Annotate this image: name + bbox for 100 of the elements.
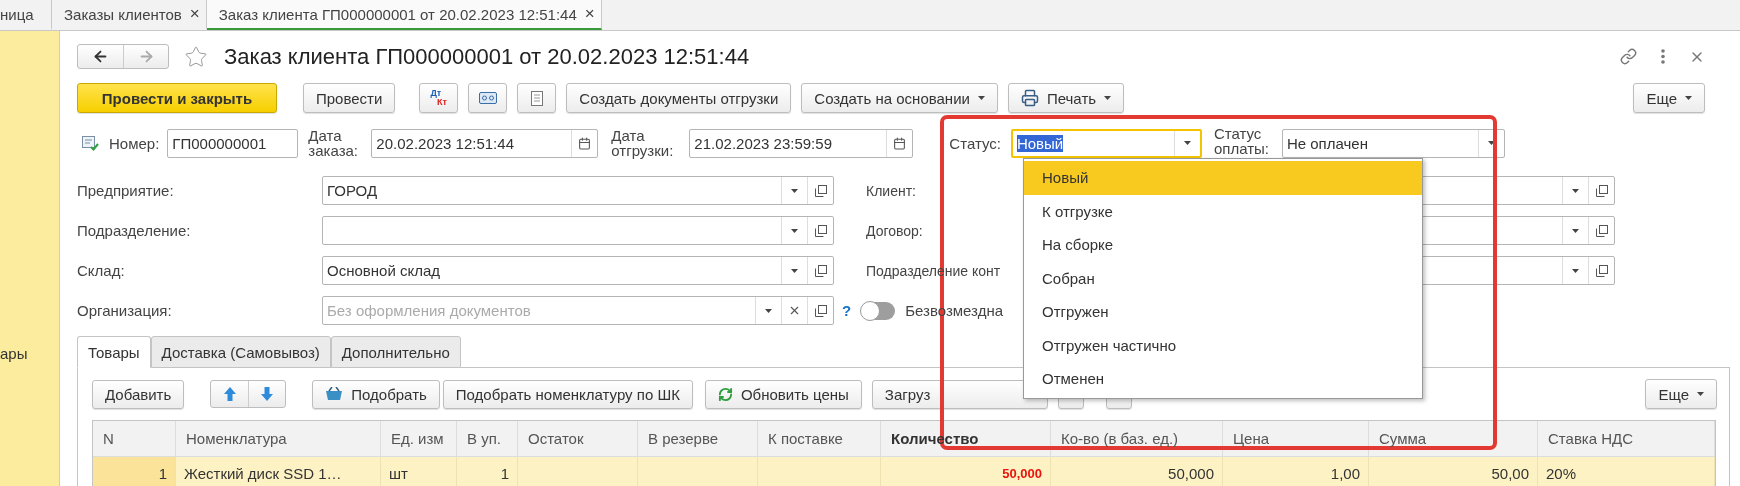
create-based-on-button[interactable]: Создать на основании [801, 83, 998, 113]
dropdown-caret-icon [791, 268, 798, 273]
close-tab-button[interactable]: × [189, 4, 200, 24]
document-title: Заказ клиента ГП000000001 от 20.02.2023 12:51:44 [224, 43, 750, 70]
open-icon [814, 224, 827, 237]
dropdown-option[interactable]: На сборке [1024, 228, 1422, 262]
table-toolbar-button[interactable]: Подобрать номенклатуру по ШК [442, 379, 693, 409]
table-cell: 1 [93, 457, 176, 486]
select-field[interactable]: ГОРОД [322, 176, 834, 205]
window-tab[interactable]: ница [0, 0, 52, 30]
sidebar-item[interactable]: ары [0, 345, 28, 362]
select-field[interactable] [322, 216, 834, 245]
column-header[interactable]: В уп. [457, 421, 518, 457]
select-field[interactable]: Новый [1010, 128, 1202, 158]
field-label: Договор: [866, 222, 924, 239]
list-icon [530, 90, 543, 106]
help-link[interactable]: ? [842, 302, 852, 319]
column-header[interactable]: Сумма [1369, 421, 1538, 457]
more-menu-button[interactable]: Еще [1645, 379, 1717, 409]
window-tab[interactable]: Заказы клиентов × [52, 0, 207, 30]
dt-kt-button[interactable]: Дт Кт [419, 83, 459, 113]
dropdown-caret-icon [1572, 188, 1579, 193]
column-header[interactable]: Номенклатура [176, 421, 381, 457]
field-label: Организация: [77, 302, 173, 319]
dropdown-caret-icon [765, 308, 772, 313]
toggle-switch[interactable] [861, 301, 896, 320]
document-check-icon [82, 135, 99, 151]
more-menu-button[interactable]: Еще [1633, 83, 1705, 113]
open-icon [814, 184, 827, 197]
column-header[interactable]: Остаток [518, 421, 638, 457]
dropdown-option[interactable]: Отгружен [1024, 295, 1422, 329]
link-button[interactable] [1620, 48, 1637, 65]
dropdown-option[interactable]: Собран [1024, 261, 1422, 295]
open-icon [1595, 224, 1608, 237]
dropdown-option[interactable]: К отгрузке [1024, 194, 1422, 228]
number-field[interactable]: ГП000000001 [167, 128, 299, 158]
table-cell: 50,00 [1369, 457, 1538, 486]
select-field[interactable]: 20.02.2023 12:51:44 [371, 128, 599, 158]
column-header[interactable]: Ед. изм [381, 421, 457, 457]
cassette-icon [478, 92, 497, 104]
basket-icon [325, 387, 344, 401]
caret-icon [977, 96, 985, 100]
clear-icon [788, 304, 801, 317]
open-icon [814, 264, 827, 277]
post-and-close-button[interactable]: Провести и закрыть [77, 83, 277, 113]
field-label: Клиент: [866, 182, 917, 199]
table-cell: 1,00 [1223, 457, 1369, 486]
close-tab-button[interactable]: × [584, 4, 595, 24]
section-tab[interactable]: Дополнительно [330, 336, 461, 368]
table-cell: Жесткий диск SSD 1… [176, 457, 381, 486]
section-tab[interactable]: Товары [77, 336, 151, 368]
field-label: Статус оплаты: [1213, 126, 1270, 156]
table-cell: 50,000 [1051, 457, 1223, 486]
calendar-icon [578, 136, 592, 150]
more-button[interactable] [1661, 49, 1665, 64]
table-cell: 50,000 [881, 457, 1051, 486]
print-button[interactable]: Печать [1007, 83, 1125, 113]
open-icon [814, 304, 827, 317]
table-cell: шт [381, 457, 457, 486]
pick-button[interactable]: Подобрать [312, 379, 440, 409]
dropdown-caret-icon [1572, 268, 1579, 273]
refresh-icon [717, 386, 733, 402]
down-arrow-icon [261, 387, 274, 401]
update-prices-button[interactable]: Обновить цены [704, 379, 862, 409]
toolbar-button[interactable]: Создать документы отгрузки [566, 83, 792, 113]
select-field[interactable]: Не оплачен [1281, 128, 1505, 158]
link-icon [1620, 48, 1637, 65]
field-label: Номер: [109, 134, 160, 152]
field-label: Дата заказа: [308, 128, 360, 158]
dropdown-caret-icon [791, 188, 798, 193]
column-header[interactable]: К поставке [758, 421, 881, 457]
table-cell: 20% [1538, 457, 1715, 486]
dropdown-option[interactable]: Отгружен частично [1024, 328, 1422, 362]
toolbar-button[interactable]: Провести [303, 83, 396, 113]
caret-icon [1104, 96, 1112, 100]
caret-icon [1697, 392, 1704, 396]
dropdown-caret-icon [1183, 141, 1191, 145]
column-header[interactable]: Ставка НДС [1538, 421, 1715, 457]
open-icon [1595, 264, 1608, 277]
window-tab[interactable]: Заказ клиента ГП000000001 от 20.02.2023 12:51:44 × [206, 0, 602, 30]
dropdown-option[interactable]: Новый [1024, 161, 1422, 195]
star-icon[interactable] [184, 44, 208, 69]
dropdown-option[interactable]: Отменен [1024, 362, 1422, 396]
icon-button[interactable] [517, 83, 557, 113]
table-cell: 1 [457, 457, 518, 486]
column-header[interactable]: В резерве [638, 421, 758, 457]
field-label: Склад: [77, 262, 126, 279]
field-label: Подразделение: [77, 222, 192, 239]
dropdown-caret-icon [791, 228, 798, 233]
field-label: Предприятие: [77, 182, 175, 199]
column-header[interactable]: N [93, 421, 176, 457]
icon-button[interactable] [468, 83, 508, 113]
section-tab[interactable]: Доставка (Самовывоз) [150, 336, 331, 368]
dropdown-caret-icon [1572, 228, 1579, 233]
more-icon [1661, 49, 1665, 64]
table-toolbar-button[interactable]: Добавить [92, 379, 185, 409]
dropdown-caret-icon [1487, 141, 1495, 145]
select-field[interactable]: Основной склад [322, 256, 834, 285]
select-field[interactable]: 21.02.2023 23:59:59 [689, 128, 914, 158]
open-icon [1595, 184, 1608, 197]
